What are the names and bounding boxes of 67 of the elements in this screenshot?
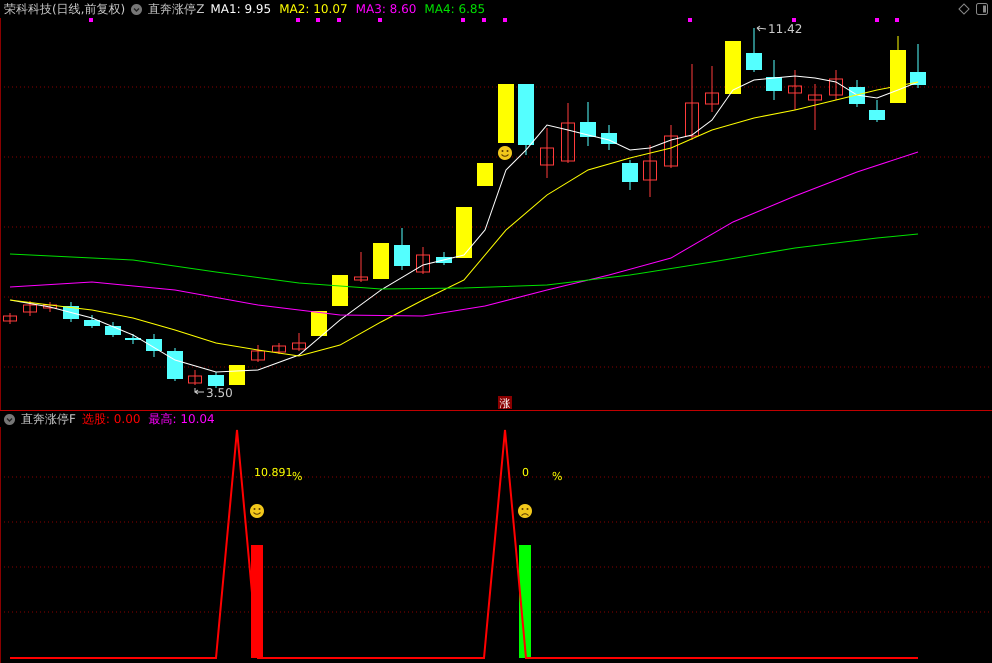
candlestick (766, 60, 782, 100)
candlestick (622, 160, 638, 190)
chevron-down-icon[interactable] (4, 414, 15, 424)
candlestick (580, 102, 596, 146)
candlestick (146, 334, 162, 358)
ma-value: MA3: 8.60 (356, 2, 416, 16)
indicator-name: 直奔涨停F (21, 410, 76, 428)
candlestick (3, 312, 17, 324)
candlestick (849, 80, 865, 108)
percent-sign: % (292, 470, 302, 483)
candlestick (725, 40, 741, 94)
candlestick (829, 70, 843, 100)
candlestick (272, 342, 286, 354)
candlestick (251, 344, 265, 362)
candlestick (910, 44, 926, 88)
high-price-label: 11.42 (768, 22, 802, 36)
candlestick (890, 36, 906, 104)
candlestick (643, 144, 657, 198)
candlestick (705, 66, 719, 112)
candlestick (808, 84, 822, 130)
indicator-name: 直奔涨停Z (148, 0, 204, 18)
candlestick (561, 102, 575, 164)
candlestick (23, 300, 37, 316)
signal-value: 0 (522, 466, 529, 479)
candlestick (477, 162, 493, 186)
candlestick (208, 372, 224, 388)
panel-toggle-icon[interactable] (976, 3, 988, 15)
low-price-label: 3.50 (206, 386, 233, 400)
chevron-down-icon[interactable] (131, 4, 142, 14)
candlestick (43, 302, 57, 312)
candlestick (498, 84, 514, 144)
candlestick (63, 302, 79, 322)
candlestick (601, 124, 617, 150)
candlestick (436, 252, 452, 266)
limit-up-badge: 涨 (498, 396, 512, 410)
candlestick (229, 364, 245, 386)
low-marker-arrow (194, 388, 204, 394)
percent-sign: % (552, 470, 562, 483)
candlestick (105, 322, 121, 338)
ma-value: MA2: 10.07 (279, 2, 348, 16)
candlestick (125, 334, 141, 344)
candlestick (664, 124, 678, 168)
ma-value: MA1: 9.95 (210, 2, 272, 16)
candlestick (188, 370, 202, 386)
candlestick (540, 128, 554, 178)
smiley-icon (498, 146, 512, 160)
candlestick (416, 246, 430, 274)
candlestick (456, 206, 472, 258)
signal-value: 10.891 (254, 466, 292, 479)
candlestick (394, 228, 410, 270)
indicator-reading: 选股: 0.00 (82, 410, 140, 428)
candlestick (332, 274, 348, 306)
candlestick (167, 348, 183, 382)
candlestick (788, 70, 802, 110)
candlestick (869, 100, 885, 122)
candlestick (354, 252, 368, 282)
candlestick (373, 242, 389, 280)
diamond-icon[interactable] (958, 3, 970, 15)
candlestick (311, 310, 327, 336)
stock-name: 荣科科技(日线,前复权) (4, 0, 126, 18)
indicator-reading: 最高: 10.04 (148, 410, 215, 428)
ma-value: MA4: 6.85 (424, 2, 486, 16)
candlestick (518, 84, 534, 156)
candlestick (746, 28, 762, 72)
candlestick (292, 332, 306, 352)
candlestick (84, 314, 100, 328)
high-marker-arrow (756, 26, 766, 32)
